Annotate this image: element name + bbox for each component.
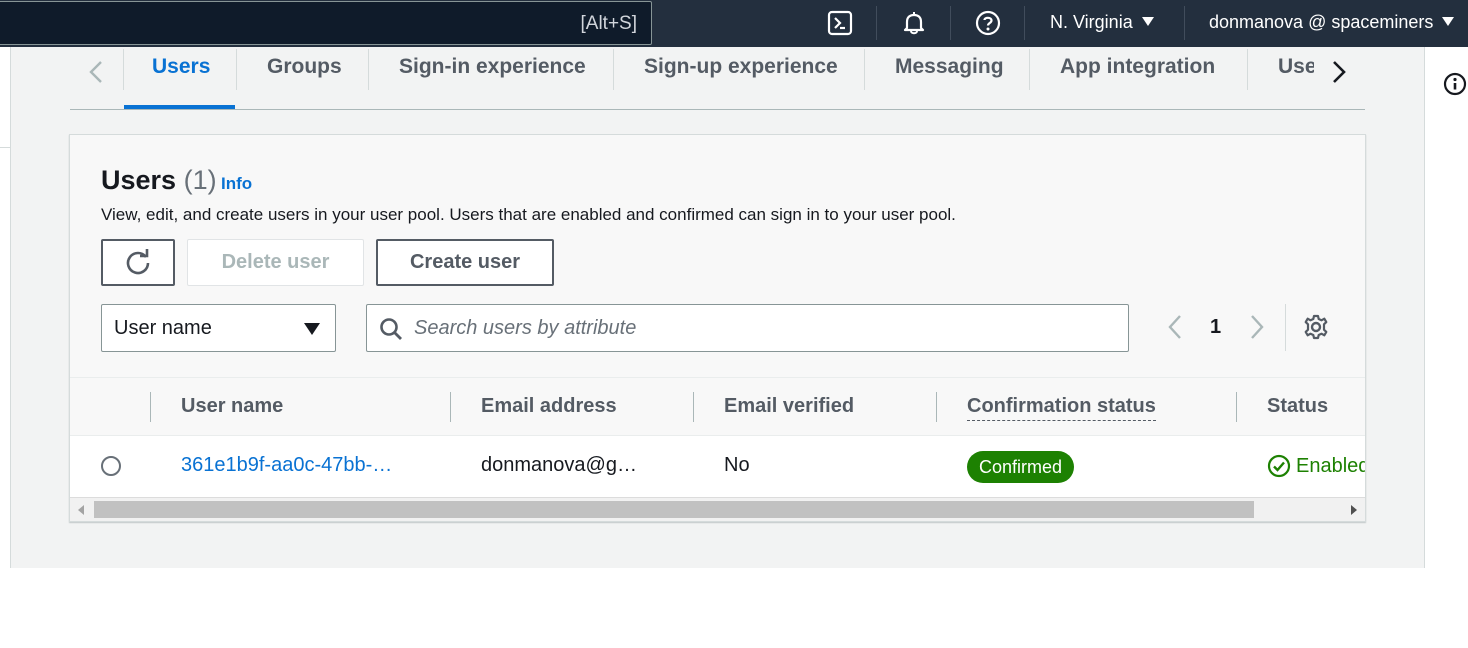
next-page-icon[interactable] [1246,313,1268,341]
page-number[interactable]: 1 [1210,316,1221,339]
help-panel-rail [1426,47,1468,568]
tab-messaging[interactable]: Messaging [895,55,1004,89]
panel-description: View, edit, and create users in your use… [101,205,956,224]
nav-divider [1184,6,1185,40]
nav-divider [1024,6,1025,40]
cloudshell-icon[interactable] [826,9,854,37]
status-cell: Enabled [1267,454,1366,478]
account-menu[interactable]: donmanova @ spaceminers [1209,12,1455,33]
refresh-icon [126,248,150,274]
status-badge: Confirmed [967,451,1075,483]
global-search-input[interactable]: [Alt+S] [0,1,652,45]
tab-divider [864,49,865,90]
search-icon [380,318,402,340]
tab-users[interactable]: Users [152,55,210,89]
help-icon[interactable] [974,9,1002,37]
user-search-field [366,304,1129,352]
gear-icon[interactable] [1303,314,1329,340]
horizontal-scrollbar[interactable] [70,497,1365,521]
tab-divider [613,49,614,90]
attribute-filter-select[interactable]: User name [101,304,336,352]
row-select-radio[interactable] [101,456,121,476]
title-text: Users [101,165,177,195]
tab-user-pool-properties[interactable]: Use [1278,55,1314,89]
search-input[interactable] [414,313,1114,343]
caret-down-icon [304,323,320,335]
tab-sign-in-experience[interactable]: Sign-in experience [399,55,586,89]
scroll-right-arrow-icon[interactable] [1351,505,1357,515]
users-container: Users (1) Info View, edit, and create us… [69,134,1366,522]
column-header-status[interactable]: Status [1267,395,1328,418]
nav-divider [950,6,951,40]
bell-icon[interactable] [900,9,928,37]
delete-user-button[interactable]: Delete user [187,239,364,286]
tab-list: Users Groups Sign-in experience Sign-up … [70,47,1365,110]
region-label: N. Virginia [1050,12,1133,32]
pager-divider [1285,304,1286,351]
tabs-scroll-left-icon[interactable] [81,57,111,87]
caret-down-icon [1141,17,1154,26]
tab-divider [123,49,124,90]
email-verified-cell: No [724,454,750,476]
user-count: (1) [183,165,217,195]
tab-divider [1247,49,1248,90]
table-header: User name Email address Email verified C… [70,377,1365,436]
nav-divider [876,6,877,40]
tab-divider [1029,49,1030,90]
column-divider[interactable] [693,392,694,422]
tab-divider [368,49,369,90]
table-row: 361e1b9f-aa0c-47bb-… donmanova@g… No Con… [70,436,1366,497]
page-title: Users (1) [101,165,217,196]
column-divider[interactable] [1236,392,1237,422]
info-panel-icon[interactable] [1443,72,1467,96]
check-circle-icon [1267,454,1291,478]
tab-sign-up-experience[interactable]: Sign-up experience [644,55,838,89]
active-tab-indicator [124,105,235,109]
column-header-confirmation-status[interactable]: Confirmation status [967,395,1156,421]
scroll-left-arrow-icon[interactable] [78,505,84,515]
column-divider[interactable] [450,392,451,422]
previous-page-icon[interactable] [1164,313,1186,341]
tab-divider [236,49,237,90]
left-nav-edge [0,47,10,148]
column-header-email-address[interactable]: Email address [481,395,617,418]
status-text: Enabled [1296,454,1366,477]
region-selector[interactable]: N. Virginia [1050,12,1154,33]
email-address-cell: donmanova@g… [481,454,637,476]
column-divider [150,392,151,422]
scrollbar-thumb[interactable] [94,501,1254,518]
user-name-link[interactable]: 361e1b9f-aa0c-47bb-… [181,454,392,477]
tabs-scroll-right-icon[interactable] [1324,57,1354,87]
column-divider[interactable] [936,392,937,422]
refresh-button[interactable] [101,239,175,286]
column-header-user-name[interactable]: User name [181,395,283,418]
column-header-email-verified[interactable]: Email verified [724,395,854,418]
account-label: donmanova @ spaceminers [1209,12,1434,32]
tab-app-integration[interactable]: App integration [1060,55,1215,89]
top-navigation-bar: [Alt+S] N. Virginia donmanova @ spacemin… [0,0,1468,47]
info-link[interactable]: Info [221,174,252,194]
tab-groups[interactable]: Groups [267,55,342,89]
caret-down-icon [1442,17,1455,26]
select-value: User name [114,317,212,339]
create-user-button[interactable]: Create user [376,239,554,286]
search-shortcut-hint: [Alt+S] [580,13,638,34]
